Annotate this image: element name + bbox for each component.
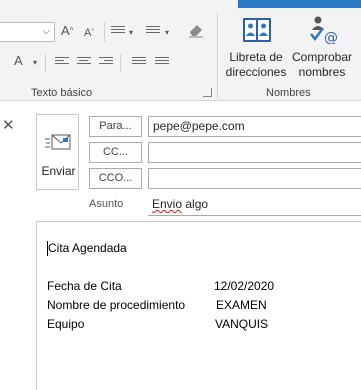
to-button[interactable]: Para... [89, 116, 142, 137]
bcc-field[interactable] [148, 168, 361, 189]
font-color-icon: A [14, 53, 23, 68]
grow-font-icon: A [61, 23, 70, 38]
dialog-launcher-icon[interactable] [203, 88, 212, 97]
subject-rest: algo [182, 197, 209, 211]
shrink-font-button[interactable]: Aˇ [84, 26, 94, 40]
body-row-label: Fecha de Cita [47, 279, 122, 293]
align-center-icon[interactable] [77, 57, 91, 68]
to-field[interactable]: pepe@pepe.com [148, 116, 361, 137]
grow-font-button[interactable]: A^ [61, 24, 73, 38]
decrease-indent-icon [132, 57, 146, 68]
ribbon: ⌵ A^ Aˇ ▾ ▾ A ▾ Texto básico Libreta de … [0, 0, 361, 101]
address-book-label-line2: direcciones [225, 65, 287, 79]
cc-field[interactable] [148, 142, 361, 163]
check-names-label-line1: Comprobar [291, 50, 353, 64]
ribbon-separator [45, 54, 46, 72]
body-heading: Cita Agendada [48, 241, 127, 255]
bullets-icon [111, 26, 125, 37]
body-row-label: Nombre de procedimiento [47, 298, 186, 312]
font-color-button[interactable]: A ▾ [14, 54, 44, 70]
chevron-down-icon: ▾ [165, 28, 170, 37]
check-names-button[interactable]: @ Comprobar nombres [290, 12, 354, 84]
subject-misspelled-word: Envio [152, 197, 183, 211]
body-row-value: VANQUIS [215, 317, 269, 331]
svg-text:@: @ [324, 30, 338, 44]
address-book-label-line1: Libreta de [229, 50, 283, 64]
subject-label: Asunto [89, 198, 124, 210]
numbering-icon [146, 26, 160, 37]
group-label-names: Nombres [266, 87, 311, 99]
address-book-icon [243, 18, 271, 42]
send-button[interactable]: Enviar [36, 114, 79, 190]
chevron-down-icon: ▾ [129, 28, 134, 37]
increase-indent-button[interactable] [151, 55, 169, 69]
chevron-down-icon: ▾ [33, 58, 38, 67]
ribbon-group-separator [217, 12, 218, 98]
font-size-dropdown[interactable]: ⌵ [0, 22, 55, 42]
send-label: Enviar [41, 164, 76, 178]
bullets-button[interactable]: ▾ [111, 24, 141, 40]
chevron-down-icon: ⌵ [42, 26, 50, 37]
ribbon-separator [120, 54, 121, 72]
body-row-value: EXAMEN [216, 298, 267, 312]
check-names-icon: @ [310, 16, 338, 44]
align-left-icon[interactable] [55, 57, 69, 68]
ribbon-separator [104, 22, 105, 42]
align-right-icon[interactable] [99, 57, 113, 68]
address-book-button[interactable]: Libreta de direcciones [222, 12, 290, 84]
ribbon-top-line [0, 0, 361, 8]
decrease-indent-button[interactable] [128, 55, 146, 69]
subject-field[interactable]: Envio algo [148, 195, 361, 216]
group-label-basic-text: Texto básico [31, 87, 93, 99]
ribbon-accent [238, 0, 361, 8]
increase-indent-icon [155, 57, 169, 68]
eraser-icon [189, 25, 203, 38]
close-icon[interactable]: ✕ [2, 116, 15, 134]
clear-formatting-button[interactable] [187, 22, 207, 42]
body-row-label: Equipo [47, 317, 85, 331]
body-row-value: 12/02/2020 [214, 279, 275, 293]
cc-button[interactable]: CC... [89, 142, 142, 163]
bcc-button[interactable]: CCO... [89, 168, 142, 189]
check-names-label-line2: nombres [298, 65, 346, 79]
numbering-button[interactable]: ▾ [146, 24, 176, 40]
envelope-send-icon [45, 134, 71, 150]
